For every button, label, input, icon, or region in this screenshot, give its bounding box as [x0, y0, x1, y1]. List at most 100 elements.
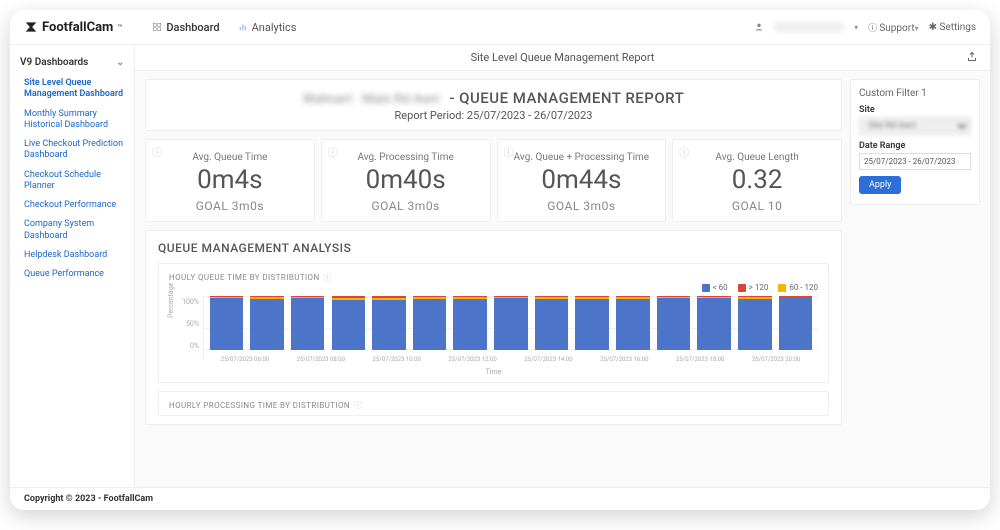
sidebar-item-live-checkout[interactable]: Live Checkout Prediction Dashboard — [10, 135, 134, 166]
apply-button[interactable]: Apply — [859, 176, 901, 194]
bar[interactable] — [779, 296, 813, 350]
sidebar-item-queue-performance[interactable]: Queue Performance — [10, 265, 134, 284]
report-subject-blurred: Walmart · Main Rd Awri — [303, 92, 440, 107]
footer-text: Copyright © 2023 - FootfallCam — [24, 494, 153, 504]
report-header-card: Walmart · Main Rd Awri - QUEUE MANAGEMEN… — [145, 79, 842, 131]
sidebar-group-label: V9 Dashboards — [20, 57, 88, 68]
kpi-label: Avg. Processing Time — [328, 152, 484, 163]
page-header: Site Level Queue Management Report — [135, 45, 990, 71]
xtick: 25/07/2023 08:00 — [283, 356, 359, 363]
sidebar-item-company-system[interactable]: Company System Dashboard — [10, 215, 134, 246]
bar[interactable] — [413, 296, 447, 350]
dashboard-icon — [152, 22, 162, 32]
logo-icon — [24, 20, 38, 34]
nav-dashboard-label: Dashboard — [166, 21, 219, 34]
analysis-title: QUEUE MANAGEMENT ANALYSIS — [158, 241, 829, 255]
analytics-icon — [238, 22, 248, 32]
report-period: Report Period: 25/07/2023 - 26/07/2023 — [156, 109, 831, 122]
sidebar-item-checkout-performance[interactable]: Checkout Performance — [10, 196, 134, 215]
sidebar-group-header[interactable]: V9 Dashboards ⌄ — [10, 53, 134, 74]
xtick: 25/07/2023 12:00 — [435, 356, 511, 363]
kpi-goal: GOAL 3m0s — [152, 199, 308, 213]
y-axis-label: Percentage — [167, 283, 175, 318]
kpi-goal: GOAL 3m0s — [504, 199, 660, 213]
page-title: Site Level Queue Management Report — [471, 51, 655, 64]
support-link[interactable]: ⓘ Support▾ — [868, 21, 919, 34]
bar[interactable] — [494, 296, 528, 350]
analysis-panel: QUEUE MANAGEMENT ANALYSIS HOULY QUEUE TI… — [145, 230, 842, 425]
ytick: 50% — [186, 320, 199, 328]
chevron-down-icon[interactable]: ▾ — [854, 23, 858, 32]
info-icon[interactable]: ⓘ — [152, 144, 162, 159]
user-name-blurred[interactable] — [774, 22, 844, 32]
chart2-title: HOURLY PROCESSING TIME BY DISTRIBUTION — [169, 401, 350, 410]
bar[interactable] — [738, 296, 772, 350]
info-icon[interactable]: ⓘ — [328, 144, 338, 159]
sidebar-item-helpdesk[interactable]: Helpdesk Dashboard — [10, 246, 134, 265]
filter-site-label: Site — [859, 105, 971, 115]
filter-date-label: Date Range — [859, 141, 971, 151]
brand-logo: FootfallCam ™ — [24, 20, 122, 35]
nav-analytics-label: Analytics — [252, 21, 297, 34]
bar[interactable] — [332, 296, 366, 350]
info-icon[interactable]: ⓘ — [679, 144, 689, 159]
brand-name: FootfallCam — [42, 20, 113, 35]
kpi-label: Avg. Queue Length — [679, 152, 835, 163]
bar[interactable] — [657, 296, 691, 350]
footer: Copyright © 2023 - FootfallCam — [10, 487, 990, 510]
kpi-goal: GOAL 3m0s — [328, 199, 484, 213]
chart-hourly-processing-time: HOURLY PROCESSING TIME BY DISTRIBUTION ⓘ — [158, 391, 829, 416]
kpi-value: 0m44s — [504, 165, 660, 195]
kpi-value: 0m40s — [328, 165, 484, 195]
xtick: 25/07/2023 14:00 — [511, 356, 587, 363]
kpi-card-2: ⓘ Avg. Queue + Processing Time 0m44s GOA… — [497, 139, 667, 222]
chevron-down-icon: ⌄ — [116, 58, 124, 68]
info-icon[interactable]: ⓘ — [504, 144, 514, 159]
filter-date-input[interactable] — [859, 153, 971, 170]
ytick: 0% — [190, 342, 199, 350]
bar[interactable] — [372, 296, 406, 350]
bar[interactable] — [616, 296, 650, 350]
legend-item: < 60 — [702, 283, 728, 292]
kpi-label: Avg. Queue + Processing Time — [504, 152, 660, 163]
user-icon[interactable] — [754, 22, 764, 32]
legend-item: > 120 — [738, 283, 769, 292]
kpi-goal: GOAL 10 — [679, 199, 835, 213]
ytick: 100% — [182, 298, 199, 306]
bar[interactable] — [535, 296, 569, 350]
settings-link[interactable]: ✱ Settings — [929, 22, 976, 33]
sidebar: V9 Dashboards ⌄ Site Level Queue Managem… — [10, 45, 135, 487]
nav-dashboard[interactable]: Dashboard — [152, 21, 219, 34]
bar[interactable] — [697, 296, 731, 350]
bar[interactable] — [453, 296, 487, 350]
xtick: 25/07/2023 16:00 — [586, 356, 662, 363]
xtick: 25/07/2023 18:00 — [662, 356, 738, 363]
kpi-card-0: ⓘ Avg. Queue Time 0m4s GOAL 3m0s — [145, 139, 315, 222]
info-icon[interactable]: ⓘ — [324, 272, 332, 283]
filter-card: Custom Filter 1 Site Site Rd Awri Date R… — [850, 79, 980, 205]
info-icon[interactable]: ⓘ — [354, 400, 362, 411]
legend-item: 60 - 120 — [778, 283, 818, 292]
filter-title: Custom Filter 1 — [859, 88, 971, 99]
bar[interactable] — [250, 296, 284, 350]
xtick: 25/07/2023 20:00 — [738, 356, 814, 363]
x-axis-label: Time — [169, 368, 818, 376]
kpi-label: Avg. Queue Time — [152, 152, 308, 163]
chart-hourly-queue-time: HOULY QUEUE TIME BY DISTRIBUTION ⓘ < 60>… — [158, 263, 829, 383]
kpi-card-3: ⓘ Avg. Queue Length 0.32 GOAL 10 — [672, 139, 842, 222]
sidebar-item-monthly-summary[interactable]: Monthly Summary Historical Dashboard — [10, 105, 134, 136]
bar[interactable] — [291, 296, 325, 350]
filter-site-select[interactable]: Site Rd Awri — [859, 117, 971, 135]
sidebar-item-site-level-queue[interactable]: Site Level Queue Management Dashboard — [10, 74, 134, 105]
export-icon[interactable] — [966, 51, 978, 66]
xtick: 25/07/2023 10:00 — [359, 356, 435, 363]
bar[interactable] — [210, 296, 244, 350]
topbar: FootfallCam ™ Dashboard Analytics ▾ ⓘ Sup… — [10, 10, 990, 45]
kpi-value: 0m4s — [152, 165, 308, 195]
report-title: QUEUE MANAGEMENT REPORT — [459, 89, 684, 107]
sidebar-item-checkout-schedule[interactable]: Checkout Schedule Planner — [10, 166, 134, 197]
trademark: ™ — [117, 23, 122, 32]
kpi-card-1: ⓘ Avg. Processing Time 0m40s GOAL 3m0s — [321, 139, 491, 222]
nav-analytics[interactable]: Analytics — [238, 21, 297, 34]
bar[interactable] — [575, 296, 609, 350]
